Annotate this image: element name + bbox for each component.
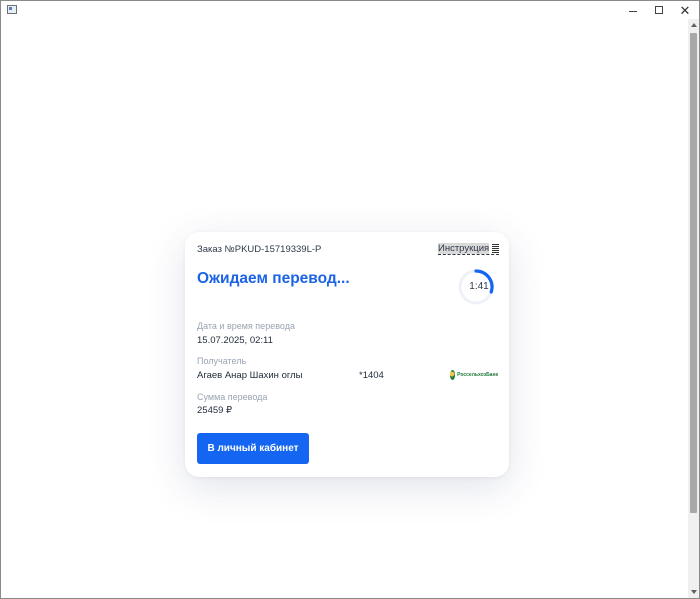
recipient-name: Агаев Анар Шахин оглы (197, 370, 303, 381)
countdown-timer: 1:41 (456, 267, 496, 307)
title-bar[interactable]: ✕ (1, 1, 699, 19)
document-icon (492, 244, 500, 253)
maximize-icon (655, 6, 663, 14)
bank-logo: РоссельхозБанк (450, 369, 498, 381)
arrow-down-icon (690, 590, 697, 594)
timer-text: 1:41 (469, 281, 489, 292)
browser-window: ✕ Заказ №PKUD-15719339L-P Инструкция Ожи… (0, 0, 700, 599)
close-button[interactable]: ✕ (671, 1, 699, 19)
scroll-up-button[interactable] (688, 19, 699, 31)
arrow-up-icon (690, 23, 697, 27)
vertical-scrollbar[interactable] (688, 19, 699, 598)
scrollbar-thumb[interactable] (690, 33, 697, 513)
instruction-label: Инструкция (438, 243, 490, 254)
bank-emblem-icon (450, 370, 456, 380)
card-number-mask: *1404 (359, 370, 384, 381)
order-number: Заказ №PKUD-15719339L-P (197, 244, 322, 255)
minimize-button[interactable] (619, 1, 647, 19)
date-label: Дата и время перевода (197, 321, 295, 331)
app-icon (7, 5, 17, 14)
minimize-icon (629, 10, 637, 12)
date-value: 15.07.2025, 02:11 (197, 335, 273, 346)
amount-value: 25459 ₽ (197, 405, 233, 416)
close-icon: ✕ (679, 2, 691, 18)
recipient-label: Получатель (197, 356, 247, 366)
maximize-button[interactable] (645, 1, 673, 19)
scroll-down-button[interactable] (688, 586, 699, 598)
page-viewport: Заказ №PKUD-15719339L-P Инструкция Ожида… (2, 19, 688, 598)
instruction-link[interactable]: Инструкция (438, 243, 500, 255)
personal-account-button[interactable]: В личный кабинет (197, 433, 309, 464)
transfer-card: Заказ №PKUD-15719339L-P Инструкция Ожида… (185, 232, 509, 477)
amount-label: Сумма перевода (197, 392, 268, 402)
bank-name: РоссельхозБанк (457, 372, 498, 378)
page-title: Ожидаем перевод... (197, 270, 350, 287)
